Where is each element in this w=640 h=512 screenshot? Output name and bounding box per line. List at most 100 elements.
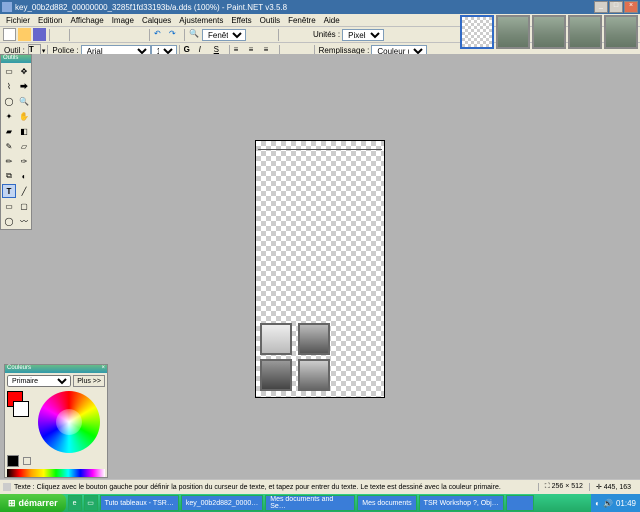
color-wheel[interactable] [38, 391, 100, 453]
close-button[interactable]: × [624, 1, 638, 13]
brush-tool[interactable]: ✎ [2, 139, 16, 153]
move-tool[interactable]: ✥ [17, 64, 31, 78]
win2-icon[interactable] [400, 28, 413, 41]
canvas-photo-1 [260, 323, 292, 355]
task-5[interactable]: TSR Workshop ?, Obj… [419, 495, 504, 511]
task-1[interactable]: Tuto tableaux - TSR… [100, 495, 179, 511]
units-select[interactable]: Pixels [342, 29, 384, 41]
doc-thumb-3[interactable] [532, 15, 566, 49]
move-sel-tool[interactable]: ⮕ [17, 79, 31, 93]
win1-icon[interactable] [385, 28, 398, 41]
status-pos: ✛ 445, 163 [589, 483, 637, 491]
doc-thumb-1[interactable] [460, 15, 494, 49]
doc-thumb-2[interactable] [496, 15, 530, 49]
canvas-photo-4 [298, 359, 330, 391]
picker-tool[interactable]: ✑ [17, 154, 31, 168]
status-hint: Texte : Cliquez avec le bouton gauche po… [14, 484, 538, 491]
task-4[interactable]: Mes documents [357, 495, 416, 511]
zoom-icon[interactable]: 🔍 [188, 28, 201, 41]
menu-file[interactable]: Fichier [2, 16, 34, 25]
rect-tool[interactable]: ▭ [2, 199, 16, 213]
menu-adjust[interactable]: Ajustements [175, 16, 227, 25]
zoomin-icon[interactable] [247, 28, 260, 41]
zoom-tool[interactable]: 🔍 [17, 94, 31, 108]
grid-icon[interactable] [282, 28, 295, 41]
task-3[interactable]: Mes documents and Se… [265, 495, 355, 511]
paste-icon[interactable] [103, 28, 116, 41]
round-rect-tool[interactable]: ▢ [17, 199, 31, 213]
menu-window[interactable]: Fenêtre [284, 16, 320, 25]
palette-bar[interactable] [7, 469, 105, 477]
ruler-icon[interactable] [297, 28, 310, 41]
new-icon[interactable] [3, 28, 16, 41]
status-size: ⛶ 256 × 512 [538, 483, 589, 491]
pan-tool[interactable]: ✋ [17, 109, 31, 123]
secondary-swatch[interactable] [13, 401, 29, 417]
menu-effects[interactable]: Effets [227, 16, 255, 25]
zoom-select[interactable]: Fenêtre [202, 29, 246, 41]
deselect-icon[interactable] [133, 28, 146, 41]
wand-tool[interactable]: ✦ [2, 109, 16, 123]
tray-icon[interactable]: ◐ [595, 499, 600, 508]
canvas[interactable] [255, 140, 385, 398]
text-tool[interactable]: T [2, 184, 16, 198]
win3-icon[interactable] [415, 28, 428, 41]
redo-icon[interactable]: ↷ [168, 28, 181, 41]
menu-layers[interactable]: Calques [138, 16, 175, 25]
statusbar: Texte : Cliquez avec le bouton gauche po… [0, 479, 640, 494]
color-mode-select[interactable]: Primaire [7, 375, 71, 387]
doc-thumb-5[interactable] [604, 15, 638, 49]
quick-ie-icon[interactable]: e [68, 495, 82, 511]
toolbox: Outils ▭ ✥ ⌇ ⮕ ◯ 🔍 ✦ ✋ ▰ ◧ ✎ ▱ ✏ ✑ ⧉ ◐ T… [0, 54, 32, 230]
copy-icon[interactable] [88, 28, 101, 41]
task-6[interactable] [506, 495, 534, 511]
menu-tools[interactable]: Outils [256, 16, 284, 25]
colors-more-button[interactable]: Plus >> [73, 375, 105, 387]
open-icon[interactable] [18, 28, 31, 41]
freeform-tool[interactable]: 〰 [17, 214, 31, 228]
system-tray[interactable]: ◐ 🔊 01:49 [591, 494, 640, 512]
clone-tool[interactable]: ⧉ [2, 169, 16, 183]
quick-desktop-icon[interactable]: ▭ [84, 495, 98, 511]
ellipse-sel-tool[interactable]: ◯ [2, 94, 16, 108]
menu-view[interactable]: Affichage [66, 16, 107, 25]
minimize-button[interactable]: _ [594, 1, 608, 13]
doc-thumb-4[interactable] [568, 15, 602, 49]
ellipse-tool[interactable]: ◯ [2, 214, 16, 228]
units-label: Unités : [311, 30, 342, 39]
canvas-photo-2 [298, 323, 330, 355]
fill-tool[interactable]: ▰ [2, 124, 16, 138]
titlebar: key_00b2d882_00000000_3285f1fd33193b/a.d… [0, 0, 640, 14]
tray-icon[interactable]: 🔊 [603, 499, 613, 508]
undo-icon[interactable]: ↶ [153, 28, 166, 41]
crop-icon[interactable] [118, 28, 131, 41]
toolbox-title: Outils [1, 55, 31, 63]
lasso-tool[interactable]: ⌇ [2, 79, 16, 93]
menu-edit[interactable]: Edition [34, 16, 66, 25]
pencil-tool[interactable]: ✏ [2, 154, 16, 168]
recolor-tool[interactable]: ◐ [17, 169, 31, 183]
colors-window[interactable]: Couleurs × Primaire Plus >> [4, 364, 108, 478]
rect-select-tool[interactable]: ▭ [2, 64, 16, 78]
print-icon[interactable] [53, 28, 66, 41]
menu-help[interactable]: Aide [320, 16, 344, 25]
taskbar: ⊞démarrer e ▭ Tuto tableaux - TSR… key_0… [0, 494, 640, 512]
maximize-button[interactable]: □ [609, 1, 623, 13]
menu-image[interactable]: Image [108, 16, 138, 25]
save-icon[interactable] [33, 28, 46, 41]
document-thumbs [460, 15, 638, 49]
line-tool[interactable]: ╱ [17, 184, 31, 198]
start-button[interactable]: ⊞démarrer [0, 494, 66, 512]
eraser-tool[interactable]: ▱ [17, 139, 31, 153]
swap-icon[interactable] [23, 457, 31, 465]
app-icon [2, 2, 12, 12]
black-swatch[interactable] [7, 455, 19, 467]
zoomout-icon[interactable] [262, 28, 275, 41]
clock[interactable]: 01:49 [616, 499, 636, 508]
colors-title: Couleurs [7, 365, 31, 373]
task-2[interactable]: key_00b2d882_0000… [181, 495, 263, 511]
win4-icon[interactable] [430, 28, 443, 41]
gradient-tool[interactable]: ◧ [17, 124, 31, 138]
colors-close-icon[interactable]: × [101, 365, 105, 373]
cut-icon[interactable] [73, 28, 86, 41]
